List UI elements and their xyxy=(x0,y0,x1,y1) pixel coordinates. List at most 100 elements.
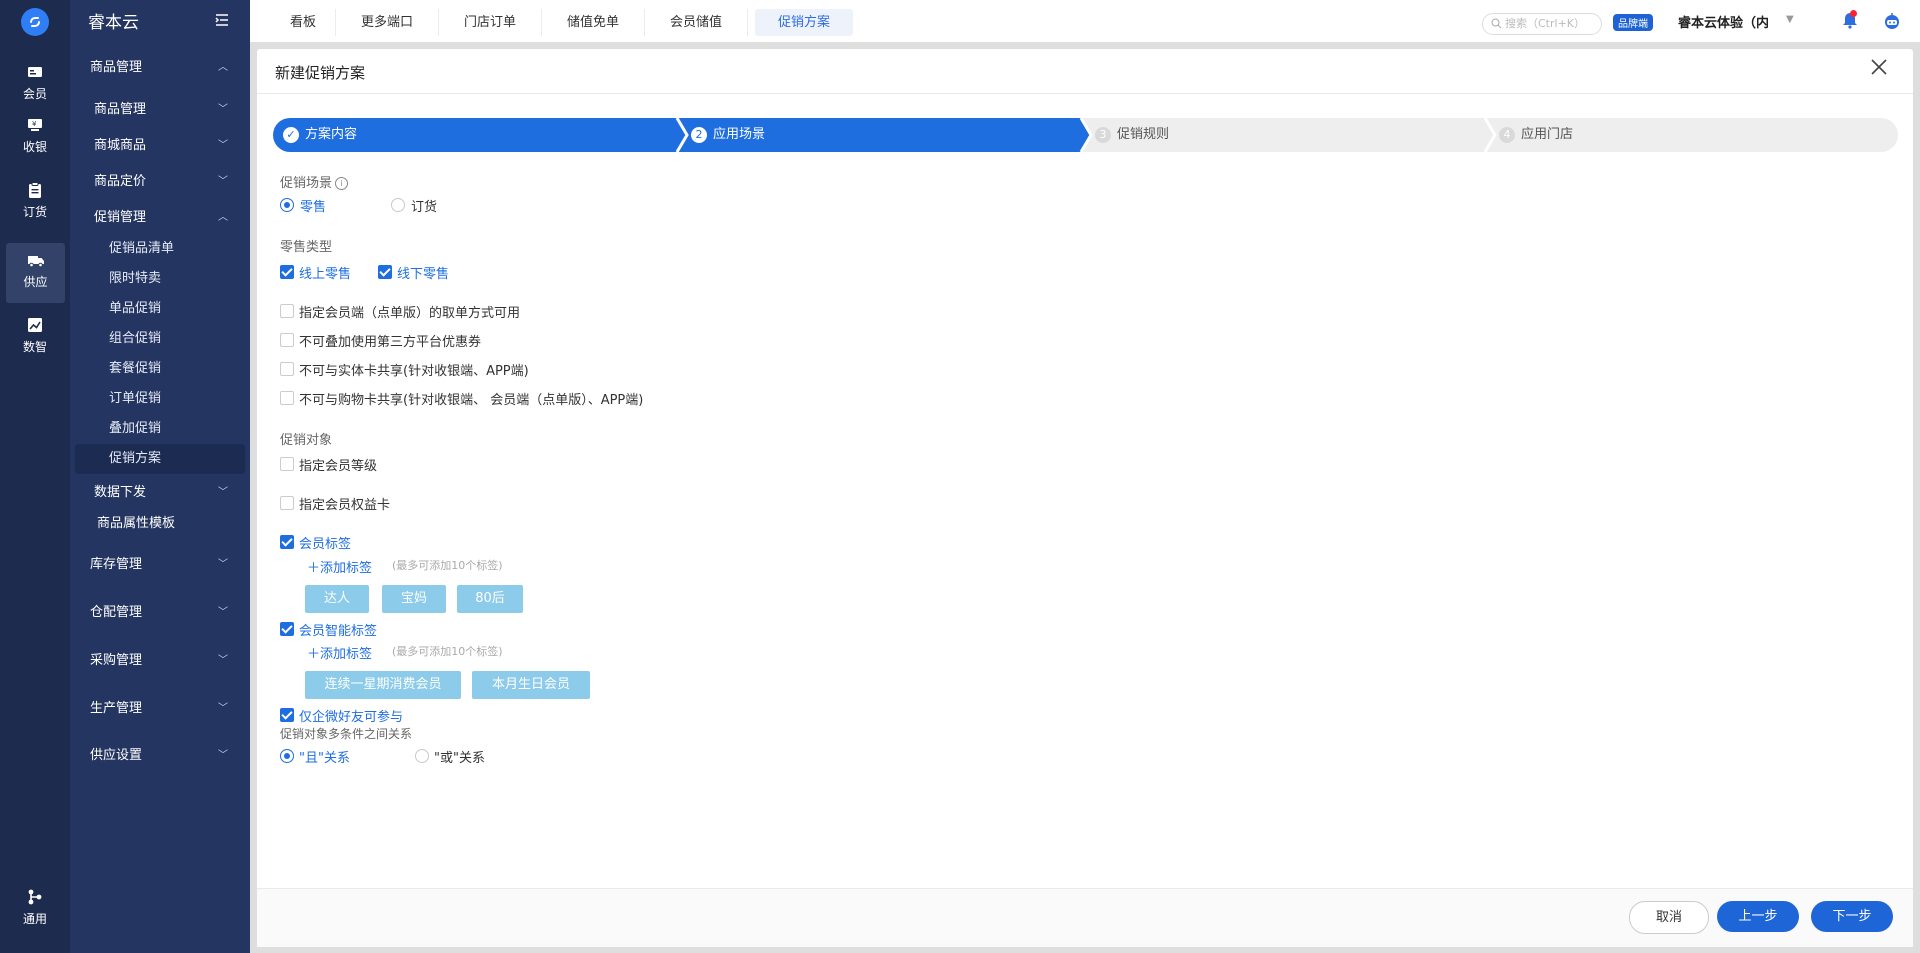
menu-group-purchase[interactable]: 采购管理 ﹀ xyxy=(70,646,250,676)
add-smart-tag-button[interactable]: ＋添加标签 xyxy=(307,643,372,662)
tab-more-ports[interactable]: 更多端口 xyxy=(336,9,439,36)
menu-label: 单品促销 xyxy=(109,301,162,316)
radio-and-relation-label[interactable]: "且"关系 xyxy=(299,747,350,766)
menu-label: 套餐促销 xyxy=(109,361,162,376)
add-member-tag-button[interactable]: ＋添加标签 xyxy=(307,557,372,576)
menu-leaf-combo-promo[interactable]: 组合促销 xyxy=(70,324,250,354)
member-tag-chip[interactable]: 80后 xyxy=(457,585,523,613)
step-plan-content[interactable]: ✓ 方案内容 xyxy=(283,118,357,152)
chart-trend-icon xyxy=(28,318,42,332)
menu-item-attr-template[interactable]: 商品属性模板 xyxy=(70,509,250,539)
checkbox-offline-retail[interactable] xyxy=(378,265,392,279)
rail-item-member[interactable]: 会员 xyxy=(0,55,70,115)
menu-group-inventory[interactable]: 库存管理 ﹀ xyxy=(70,550,250,580)
checkbox-member-pickup[interactable] xyxy=(280,304,294,318)
close-icon[interactable] xyxy=(1869,57,1889,77)
smart-tag-chip[interactable]: 本月生日会员 xyxy=(472,671,590,699)
add-tag-label: 添加标签 xyxy=(320,647,373,662)
prev-step-button[interactable]: 上一步 xyxy=(1717,901,1799,932)
menu-label: 库存管理 xyxy=(90,557,143,572)
checkbox-no-third-party-coupon[interactable] xyxy=(280,333,294,347)
rail-item-general[interactable]: 通用 xyxy=(0,880,70,940)
tab-member-stored[interactable]: 会员储值 xyxy=(645,9,748,36)
checkbox-member-tags-label[interactable]: 会员标签 xyxy=(299,533,351,552)
checkbox-member-card-label[interactable]: 指定会员权益卡 xyxy=(299,494,390,513)
caret-down-icon[interactable]: ▼ xyxy=(1786,14,1794,25)
chevron-up-icon: ︿ xyxy=(218,62,228,73)
checkbox-member-pickup-label[interactable]: 指定会员端（点单版）的取单方式可用 xyxy=(299,302,520,321)
menu-collapse-icon[interactable] xyxy=(214,12,230,28)
step-scene[interactable]: 2 应用场景 xyxy=(691,118,765,152)
rail-item-supply[interactable]: 供应 xyxy=(6,243,65,303)
assistant-bot-icon[interactable] xyxy=(1882,11,1902,31)
tab-stored-free[interactable]: 储值免单 xyxy=(542,9,645,36)
menu-leaf-single-promo[interactable]: 单品促销 xyxy=(70,294,250,324)
checkbox-wecom-only-label[interactable]: 仅企微好友可参与 xyxy=(299,706,403,725)
step-stores[interactable]: 4 应用门店 xyxy=(1499,118,1573,152)
menu-group-supply-settings[interactable]: 供应设置 ﹀ xyxy=(70,741,250,771)
chevron-down-icon: ﹀ xyxy=(218,655,228,666)
radio-ordering[interactable] xyxy=(391,198,405,212)
member-tag-chip[interactable]: 达人 xyxy=(305,585,369,613)
menu-item-mall-goods[interactable]: 商城商品 ﹀ xyxy=(70,131,250,161)
add-tag-label: 添加标签 xyxy=(320,561,373,576)
menu-leaf-order-promo[interactable]: 订单促销 xyxy=(70,384,250,414)
brand-badge[interactable]: 品牌端 xyxy=(1613,14,1653,31)
radio-and-relation[interactable] xyxy=(280,749,294,763)
menu-group-production[interactable]: 生产管理 ﹀ xyxy=(70,694,250,724)
smart-tag-hint: (最多可添加10个标签) xyxy=(392,645,503,658)
smart-tag-chip[interactable]: 连续一星期消费会员 xyxy=(305,671,461,699)
tab-dashboard[interactable]: 看板 xyxy=(271,9,336,36)
menu-item-data-dispatch[interactable]: 数据下发 ﹀ xyxy=(70,478,250,508)
menu-leaf-promo-plan[interactable]: 促销方案 xyxy=(75,444,245,474)
menu-item-promo-mgmt[interactable]: 促销管理 ︿ xyxy=(70,203,250,233)
radio-retail-label[interactable]: 零售 xyxy=(300,196,326,215)
app-logo-icon[interactable] xyxy=(21,8,49,36)
radio-retail[interactable] xyxy=(280,198,294,212)
cancel-button[interactable]: 取消 xyxy=(1629,901,1709,934)
member-tag-chip[interactable]: 宝妈 xyxy=(382,585,446,613)
checkbox-online-retail-label[interactable]: 线上零售 xyxy=(299,263,351,282)
radio-or-relation-label[interactable]: "或"关系 xyxy=(434,747,485,766)
rail-item-cashier[interactable]: ¥ 收银 xyxy=(0,108,70,168)
next-step-button[interactable]: 下一步 xyxy=(1811,901,1893,932)
checkbox-no-shopping-card-label[interactable]: 不可与购物卡共享(针对收银端、 会员端（点单版）、APP端) xyxy=(299,389,643,408)
step-label: 方案内容 xyxy=(305,127,358,142)
menu-leaf-promo-items[interactable]: 促销品清单 xyxy=(70,234,250,264)
rail-item-data[interactable]: 数智 xyxy=(0,308,70,368)
step-rules[interactable]: 3 促销规则 xyxy=(1095,118,1169,152)
menu-label: 商品管理 xyxy=(90,60,143,75)
menu-leaf-flash-sale[interactable]: 限时特卖 xyxy=(70,264,250,294)
tab-store-orders[interactable]: 门店订单 xyxy=(439,9,542,36)
notification-dot xyxy=(1850,10,1857,17)
checkbox-no-physical-card[interactable] xyxy=(280,362,294,376)
checkbox-smart-tags[interactable] xyxy=(280,622,294,636)
rail-item-order[interactable]: 订货 xyxy=(0,173,70,233)
checkbox-no-physical-card-label[interactable]: 不可与实体卡共享(针对收银端、APP端) xyxy=(299,360,529,379)
radio-or-relation[interactable] xyxy=(415,749,429,763)
checkbox-smart-tags-label[interactable]: 会员智能标签 xyxy=(299,620,377,639)
checkbox-member-level[interactable] xyxy=(280,457,294,471)
search-input[interactable]: 搜索（Ctrl+K） xyxy=(1482,13,1602,35)
org-switcher[interactable]: 睿本云体验（内 xyxy=(1678,12,1769,31)
menu-leaf-set-meal-promo[interactable]: 套餐促销 xyxy=(70,354,250,384)
checkbox-member-tags[interactable] xyxy=(280,535,294,549)
info-icon[interactable]: i xyxy=(335,177,349,190)
checkbox-member-level-label[interactable]: 指定会员等级 xyxy=(299,455,377,474)
side-menu: 睿本云 商品管理 ︿ 商品管理 ﹀ 商城商品 ﹀ 商品定价 ﹀ 促销管理 ︿ 促… xyxy=(70,0,250,953)
tab-promo-plan[interactable]: 促销方案 xyxy=(755,9,853,36)
rail-label: 收银 xyxy=(22,140,47,154)
checkbox-wecom-only[interactable] xyxy=(280,708,294,722)
radio-ordering-label[interactable]: 订货 xyxy=(411,196,437,215)
menu-leaf-stack-promo[interactable]: 叠加促销 xyxy=(70,414,250,444)
checkbox-no-third-party-coupon-label[interactable]: 不可叠加使用第三方平台优惠券 xyxy=(299,331,481,350)
new-promo-plan-dialog: 新建促销方案 ✓ 方案内容 2 应用场景 3 促销规则 4 应用门店 促销场景 i 零售 … xyxy=(257,49,1913,947)
checkbox-member-card[interactable] xyxy=(280,496,294,510)
checkbox-online-retail[interactable] xyxy=(280,265,294,279)
checkbox-no-shopping-card[interactable] xyxy=(280,391,294,405)
checkbox-offline-retail-label[interactable]: 线下零售 xyxy=(397,263,449,282)
menu-item-pricing[interactable]: 商品定价 ﹀ xyxy=(70,167,250,197)
menu-group-warehouse[interactable]: 仓配管理 ﹀ xyxy=(70,598,250,628)
menu-group-product-mgmt[interactable]: 商品管理 ︿ xyxy=(70,53,250,83)
menu-item-product-mgmt[interactable]: 商品管理 ﹀ xyxy=(70,95,250,125)
